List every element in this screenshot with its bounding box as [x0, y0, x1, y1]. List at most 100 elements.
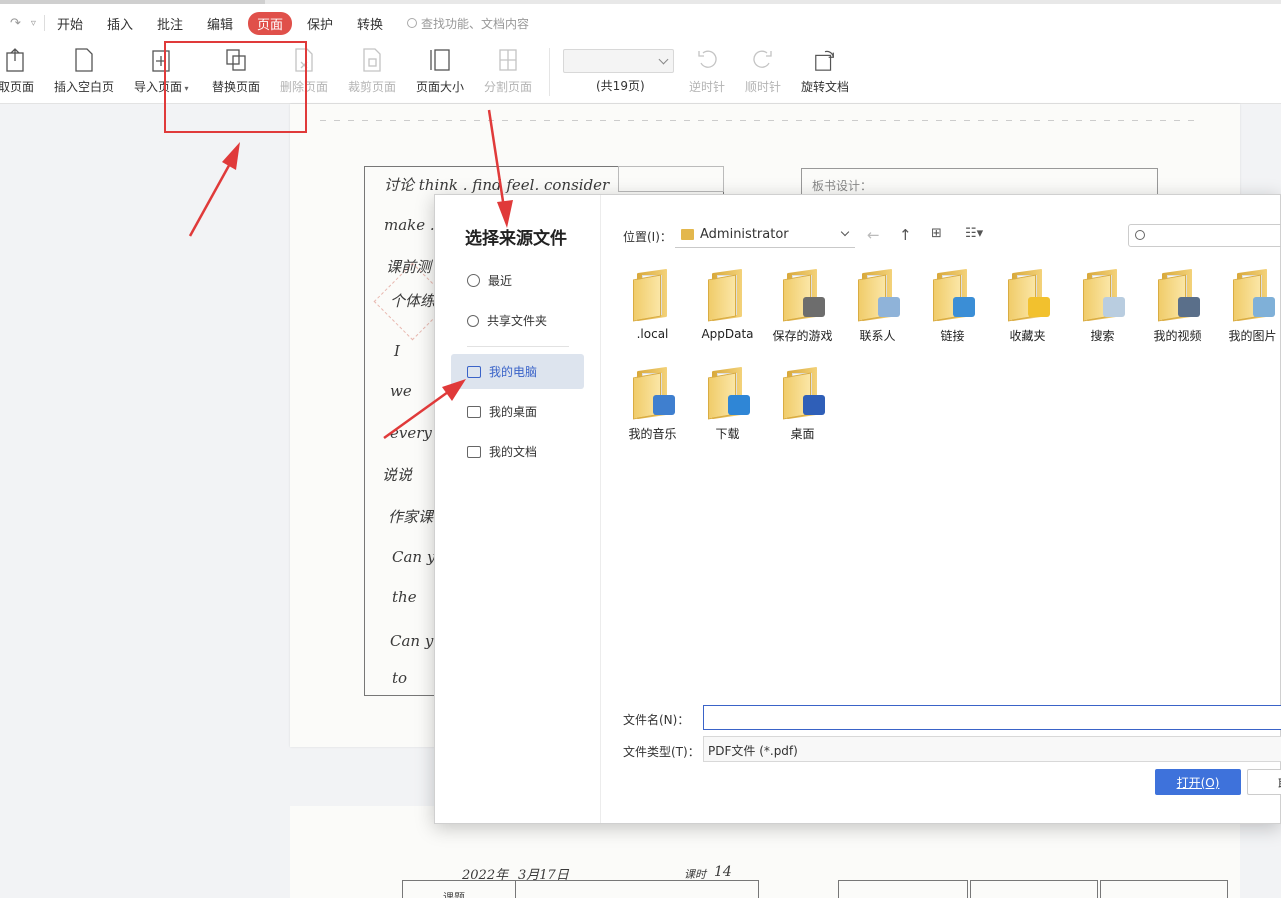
tab-convert[interactable]: 转换 [357, 12, 383, 35]
page-size-button[interactable]: 页面大小 [416, 46, 464, 95]
view-options-icon[interactable]: ☷▾ [965, 226, 983, 241]
desktop-icon [467, 405, 481, 418]
download-icon [727, 395, 750, 415]
insert-blank-page-button[interactable]: 插入空白页 [54, 46, 114, 95]
crop-page-icon [360, 46, 384, 74]
folder-label: 我的音乐 [628, 427, 677, 441]
split-page-icon [496, 46, 520, 74]
extract-page-button[interactable]: 取页面 [0, 46, 34, 95]
folder-icon [632, 366, 675, 420]
nav-recent[interactable]: 最近 [451, 263, 584, 298]
nav-computer-label: 我的电脑 [489, 365, 538, 379]
handwriting-line: we [390, 382, 412, 400]
tab-start[interactable]: 开始 [57, 12, 83, 35]
extract-page-icon [4, 46, 28, 74]
page2-col-label: 课题 [443, 891, 465, 898]
folder-icon [782, 366, 825, 420]
folder-item[interactable]: AppData [690, 268, 765, 341]
customize-dropdown-icon[interactable]: ▿ [31, 18, 36, 29]
tab-protect[interactable]: 保护 [307, 12, 333, 35]
nav-divider [467, 346, 569, 347]
folder-icon [632, 268, 673, 322]
folder-label: 我的视频 [1153, 329, 1202, 343]
folder-item[interactable]: 我的图片 [1215, 268, 1281, 344]
folder-item[interactable]: 链接 [915, 268, 990, 344]
rotate-counterclockwise-button[interactable]: 逆时针 [689, 46, 725, 95]
music-icon [652, 395, 675, 415]
folder-item[interactable]: 搜索 [1065, 268, 1140, 344]
filetype-select[interactable]: PDF文件 (*.pdf) [703, 736, 1281, 762]
menu-bar: ↷ ▿ 开始 插入 批注 编辑 页面 保护 转换 查找功能、文档内容 [0, 4, 1281, 42]
tab-insert[interactable]: 插入 [107, 12, 133, 35]
handwriting-line: 讨论 think . find feel. consider [384, 176, 610, 194]
folder-icon [1082, 268, 1125, 322]
folder-item[interactable]: 我的音乐 [615, 366, 690, 442]
computer-icon [467, 365, 481, 378]
folder-label: 我的图片 [1228, 329, 1277, 343]
scan-line [320, 120, 1200, 121]
folder-icon [1157, 268, 1200, 322]
handwriting-line: to [392, 669, 408, 687]
handwriting-line: make . [384, 216, 435, 234]
folder-label: 桌面 [790, 427, 815, 441]
location-value: Administrator [700, 227, 789, 242]
rotate-document-label: 旋转文档 [801, 80, 850, 94]
nav-my-computer[interactable]: 我的电脑 [451, 354, 584, 389]
folder-item[interactable]: 桌面 [765, 366, 840, 442]
redo-icon[interactable]: ↷ [10, 16, 21, 31]
rotate-clockwise-button[interactable]: 顺时针 [745, 46, 781, 95]
page-number-select[interactable] [563, 49, 674, 73]
folder-item[interactable]: 收藏夹 [990, 268, 1065, 344]
documents-icon [467, 445, 481, 458]
folder-item[interactable]: 联系人 [840, 268, 915, 344]
blank-page-icon [72, 46, 96, 74]
rotate-clockwise-label: 顺时针 [745, 80, 782, 94]
crop-page-button[interactable]: 裁剪页面 [348, 46, 396, 95]
back-arrow-icon[interactable]: ← [867, 226, 880, 244]
tab-annotate[interactable]: 批注 [157, 12, 183, 35]
up-arrow-icon[interactable]: ↑ [899, 226, 912, 244]
board-design-label: 板书设计： [812, 179, 873, 193]
contacts-icon [877, 297, 900, 317]
folder-label: 搜索 [1090, 329, 1115, 343]
rotate-left-icon [695, 46, 719, 74]
search-icon [407, 18, 418, 28]
filename-input[interactable] [703, 705, 1281, 730]
folder-item[interactable]: .local [615, 268, 690, 341]
folder-label: 收藏夹 [1009, 329, 1046, 343]
folder-item[interactable]: 下载 [690, 366, 765, 442]
folder-icon [1007, 268, 1050, 322]
new-folder-icon[interactable]: ⊞ [931, 226, 942, 241]
tab-edit[interactable]: 编辑 [207, 12, 233, 35]
dialog-search-input[interactable] [1128, 224, 1281, 247]
dialog-title: 选择来源文件 [465, 229, 567, 249]
star-icon [1027, 297, 1050, 317]
desktop-icon [802, 395, 825, 415]
folder-label: 链接 [940, 329, 965, 343]
folder-icon [707, 268, 748, 322]
chevron-down-icon [840, 227, 850, 237]
page-size-icon [428, 46, 452, 74]
folder-icon [857, 268, 900, 322]
picture-icon [1252, 297, 1275, 317]
location-select[interactable]: Administrator [675, 222, 855, 248]
share-icon [467, 314, 479, 327]
tab-page[interactable]: 页面 [248, 11, 293, 35]
feature-search[interactable]: 查找功能、文档内容 [407, 15, 529, 32]
handwriting-line: 说说 [382, 466, 413, 484]
extract-page-label: 取页面 [0, 80, 35, 94]
handwriting-line: 作家课 [388, 508, 434, 526]
user-folder-icon [681, 229, 694, 240]
open-button[interactable]: 打开(O) [1155, 769, 1241, 795]
folder-item[interactable]: 我的视频 [1140, 268, 1215, 344]
handwriting-line: Can y [392, 548, 436, 566]
rotate-document-button[interactable]: 旋转文档 [801, 46, 849, 95]
nav-shared-folder[interactable]: 共享文件夹 [451, 303, 584, 338]
nav-my-desktop[interactable]: 我的桌面 [451, 394, 584, 429]
folder-icon [707, 366, 750, 420]
folder-item[interactable]: 保存的游戏 [765, 268, 840, 344]
split-page-button[interactable]: 分割页面 [484, 46, 532, 95]
cancel-button[interactable]: 取 [1247, 769, 1281, 795]
folder-icon [932, 268, 975, 322]
nav-my-documents[interactable]: 我的文档 [451, 434, 584, 469]
